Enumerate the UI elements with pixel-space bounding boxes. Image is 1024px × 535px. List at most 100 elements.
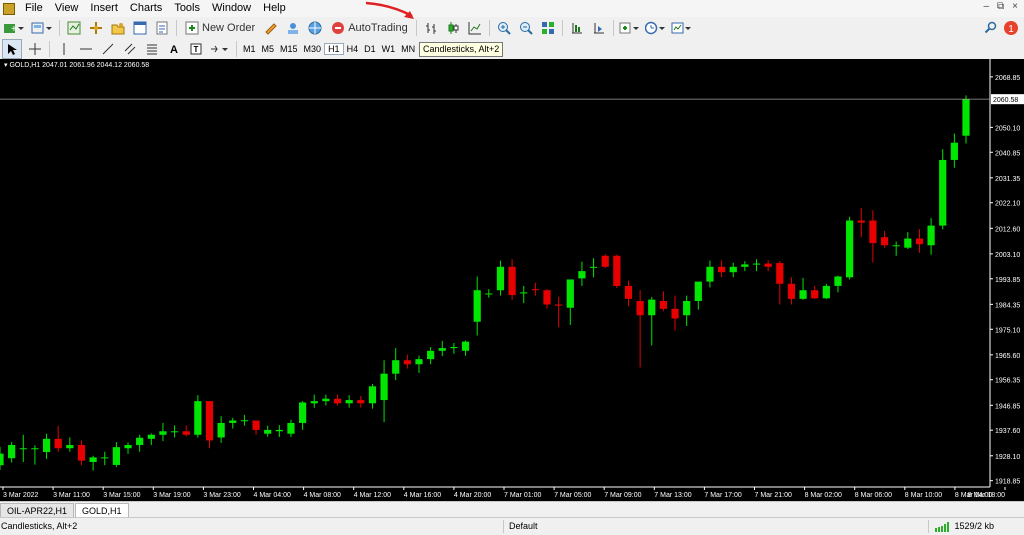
candle-body — [217, 422, 225, 438]
candle-body — [450, 347, 458, 349]
menu-view[interactable]: View — [49, 0, 85, 17]
candle-body — [927, 225, 935, 246]
candle-body — [624, 285, 633, 299]
candle-body — [194, 401, 202, 435]
toolbar-separator — [612, 20, 614, 36]
candle-body — [147, 434, 155, 439]
cursor-icon[interactable] — [2, 39, 22, 59]
menu-window[interactable]: Window — [206, 0, 257, 17]
candle-body — [962, 99, 970, 136]
market-watch-icon[interactable] — [65, 19, 83, 37]
menu-charts[interactable]: Charts — [124, 0, 168, 17]
chart-ohlc: 2047.01 2061.96 2044.12 2060.58 — [42, 62, 150, 69]
tab-oil-apr22[interactable]: OIL-APR22,H1 — [0, 503, 75, 518]
svg-text:T: T — [194, 45, 199, 54]
chart-shift-icon[interactable] — [568, 19, 586, 37]
search-icon[interactable] — [982, 19, 1000, 37]
toolbar-separator — [236, 41, 237, 57]
notifications-icon[interactable]: 1 — [1002, 19, 1020, 37]
new-chart-icon[interactable]: + — [2, 19, 26, 37]
line-studies-toolbar: A T M1 M5 M15 M30 H1 H4 D1 W1 MN — [0, 39, 1024, 60]
strategy-tester-icon[interactable] — [153, 19, 171, 37]
price-tick-label: 1984.35 — [995, 302, 1020, 309]
candle-body — [298, 402, 307, 423]
timeframe-d1[interactable]: D1 — [361, 44, 379, 54]
candle-body — [683, 300, 691, 316]
chart-menu-icon[interactable]: ▾ — [4, 62, 8, 69]
tab-gold[interactable]: GOLD,H1 — [75, 503, 129, 518]
candle-body — [415, 359, 423, 365]
minimize-icon[interactable]: – — [983, 1, 989, 12]
metaeditor-icon[interactable] — [262, 19, 280, 37]
price-tick-label: 1937.60 — [995, 428, 1020, 435]
price-tick-label: 2003.10 — [995, 252, 1020, 259]
equidistant-channel-icon[interactable] — [121, 40, 139, 58]
candle-body — [264, 429, 272, 434]
trendline-icon[interactable] — [99, 40, 117, 58]
menu-tools[interactable]: Tools — [168, 0, 206, 17]
app-icon — [3, 2, 15, 15]
price-tick-label: 2040.85 — [995, 150, 1020, 157]
restore-icon[interactable]: ⧉ — [997, 1, 1004, 12]
candle-body — [555, 304, 563, 306]
crosshair-icon[interactable] — [26, 40, 44, 58]
navigator-icon[interactable] — [109, 19, 127, 37]
fibonacci-icon[interactable] — [143, 40, 161, 58]
timeframe-mn[interactable]: MN — [398, 44, 418, 54]
timeframe-m5[interactable]: M5 — [259, 44, 278, 54]
menu-file[interactable]: File — [19, 0, 49, 17]
timeframe-m15[interactable]: M15 — [277, 44, 301, 54]
candle-body — [776, 263, 784, 284]
time-tick-label: 3 Mar 15:00 — [103, 492, 140, 499]
candle-body — [717, 266, 726, 273]
bar-chart-icon[interactable] — [422, 19, 440, 37]
new-order-button[interactable]: New Order — [182, 19, 258, 37]
candle-body — [368, 386, 377, 404]
time-tick-label: 4 Mar 16:00 — [404, 492, 441, 499]
signals-icon[interactable] — [284, 19, 302, 37]
terminal-icon[interactable] — [131, 19, 149, 37]
line-chart-icon[interactable] — [466, 19, 484, 37]
arrows-icon[interactable] — [209, 40, 231, 58]
candle-body — [8, 445, 16, 459]
timeframe-m30[interactable]: M30 — [301, 44, 325, 54]
candle-body — [77, 445, 86, 461]
vertical-line-icon[interactable] — [55, 40, 73, 58]
timeframe-w1[interactable]: W1 — [379, 44, 399, 54]
zoom-in-icon[interactable] — [495, 19, 513, 37]
candle-body — [752, 263, 761, 265]
time-tick-label: 7 Mar 21:00 — [755, 492, 792, 499]
candle-body — [19, 448, 27, 450]
menu-help[interactable]: Help — [257, 0, 292, 17]
candle-body — [811, 290, 819, 299]
data-window-icon[interactable] — [87, 19, 105, 37]
indicators-icon[interactable] — [619, 19, 641, 37]
horizontal-line-icon[interactable] — [77, 40, 95, 58]
close-icon[interactable]: × — [1012, 1, 1018, 12]
timeframe-h1[interactable]: H1 — [324, 43, 344, 55]
timeframe-m1[interactable]: M1 — [240, 44, 259, 54]
periods-icon[interactable] — [644, 19, 667, 37]
market-icon[interactable] — [306, 19, 324, 37]
profiles-icon[interactable] — [30, 19, 54, 37]
price-tick-label: 2012.60 — [995, 226, 1020, 233]
templates-icon[interactable] — [671, 19, 693, 37]
zoom-out-icon[interactable] — [517, 19, 535, 37]
candle-body — [764, 263, 772, 267]
candlestick-chart[interactable]: 2068.85 2060.58 2050.10 2040.85 2031.35 2022.… — [0, 59, 1024, 501]
timeframe-h4[interactable]: H4 — [344, 44, 362, 54]
text-label-icon[interactable]: T — [187, 40, 205, 58]
candle-body — [566, 279, 574, 308]
price-tick-label: 1928.10 — [995, 454, 1020, 461]
tile-windows-icon[interactable] — [539, 19, 557, 37]
menu-insert[interactable]: Insert — [84, 0, 124, 17]
candle-body — [66, 445, 74, 449]
current-price-label: 2060.58 — [993, 97, 1018, 104]
candlesticks-icon[interactable] — [444, 19, 462, 37]
text-tool-icon[interactable]: A — [165, 40, 183, 58]
price-tick-label: 2022.10 — [995, 201, 1020, 208]
chart-window[interactable]: ▾ GOLD,H1 2047.01 2061.96 2044.12 2060.5… — [0, 59, 1024, 501]
candle-body — [880, 237, 889, 246]
candle-body — [950, 142, 958, 160]
auto-scroll-icon[interactable] — [590, 19, 608, 37]
